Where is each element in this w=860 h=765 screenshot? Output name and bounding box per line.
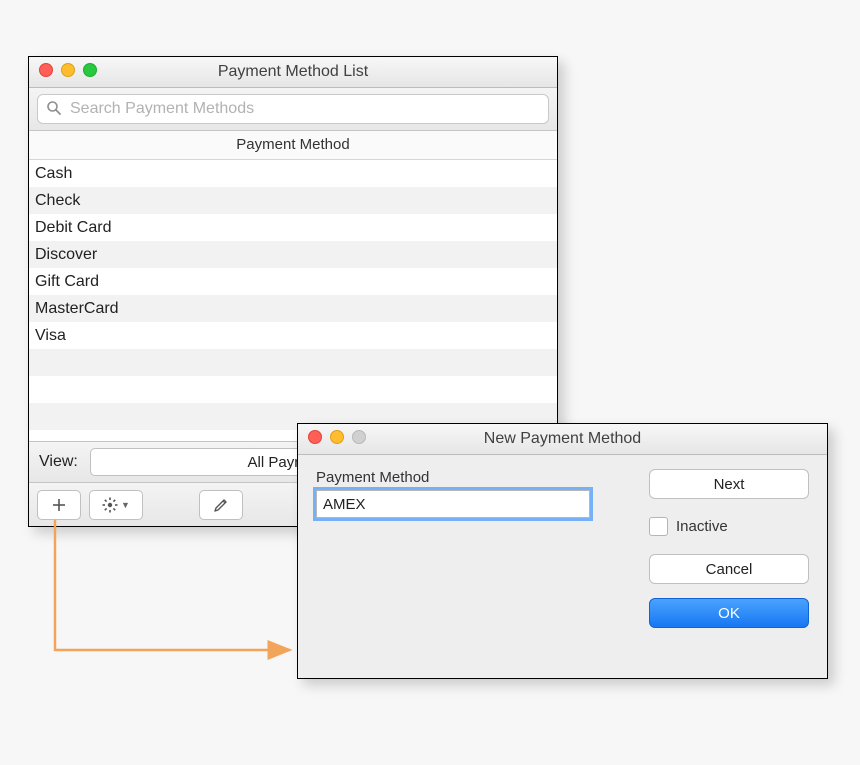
chevron-down-icon: ▼ — [121, 500, 130, 510]
list-item[interactable]: Cash — [29, 160, 557, 187]
list-item-empty — [29, 376, 557, 403]
search-field[interactable] — [37, 94, 549, 124]
gear-icon — [102, 497, 118, 513]
form-area: Payment Method Next Inactive Cancel OK — [298, 455, 827, 628]
new-payment-method-window: New Payment Method Payment Method Next I… — [297, 423, 828, 679]
minimize-icon[interactable] — [330, 430, 344, 444]
add-button[interactable] — [37, 490, 81, 520]
close-icon[interactable] — [39, 63, 53, 77]
view-label: View: — [39, 453, 78, 471]
window-controls — [308, 430, 366, 444]
edit-button[interactable] — [199, 490, 243, 520]
plus-icon — [52, 498, 66, 512]
list-item[interactable]: Visa — [29, 322, 557, 349]
minimize-icon[interactable] — [61, 63, 75, 77]
zoom-icon — [352, 430, 366, 444]
search-icon — [46, 100, 62, 116]
list-item[interactable]: MasterCard — [29, 295, 557, 322]
inactive-checkbox[interactable] — [649, 517, 668, 536]
list-item[interactable]: Debit Card — [29, 214, 557, 241]
close-icon[interactable] — [308, 430, 322, 444]
payment-method-label: Payment Method — [316, 469, 649, 486]
window-controls — [39, 63, 97, 77]
window-title: New Payment Method — [298, 430, 827, 448]
search-toolbar — [29, 88, 557, 131]
pencil-icon — [213, 497, 229, 513]
list-item[interactable]: Gift Card — [29, 268, 557, 295]
column-header[interactable]: Payment Method — [29, 131, 557, 160]
titlebar: Payment Method List — [29, 57, 557, 88]
search-input[interactable] — [68, 99, 540, 119]
inactive-checkbox-row[interactable]: Inactive — [649, 517, 809, 536]
payment-method-input[interactable] — [316, 490, 590, 518]
form-left: Payment Method — [316, 469, 649, 628]
ok-button[interactable]: OK — [649, 598, 809, 628]
window-title: Payment Method List — [29, 63, 557, 81]
inactive-label: Inactive — [676, 518, 728, 535]
payment-method-list: Cash Check Debit Card Discover Gift Card… — [29, 160, 557, 430]
list-item[interactable]: Check — [29, 187, 557, 214]
titlebar: New Payment Method — [298, 424, 827, 455]
button-column: Next Inactive Cancel OK — [649, 469, 809, 628]
list-item[interactable]: Discover — [29, 241, 557, 268]
cancel-button[interactable]: Cancel — [649, 554, 809, 584]
next-button[interactable]: Next — [649, 469, 809, 499]
actions-menu-button[interactable]: ▼ — [89, 490, 143, 520]
zoom-icon[interactable] — [83, 63, 97, 77]
list-item-empty — [29, 349, 557, 376]
callout-arrow — [40, 510, 310, 690]
